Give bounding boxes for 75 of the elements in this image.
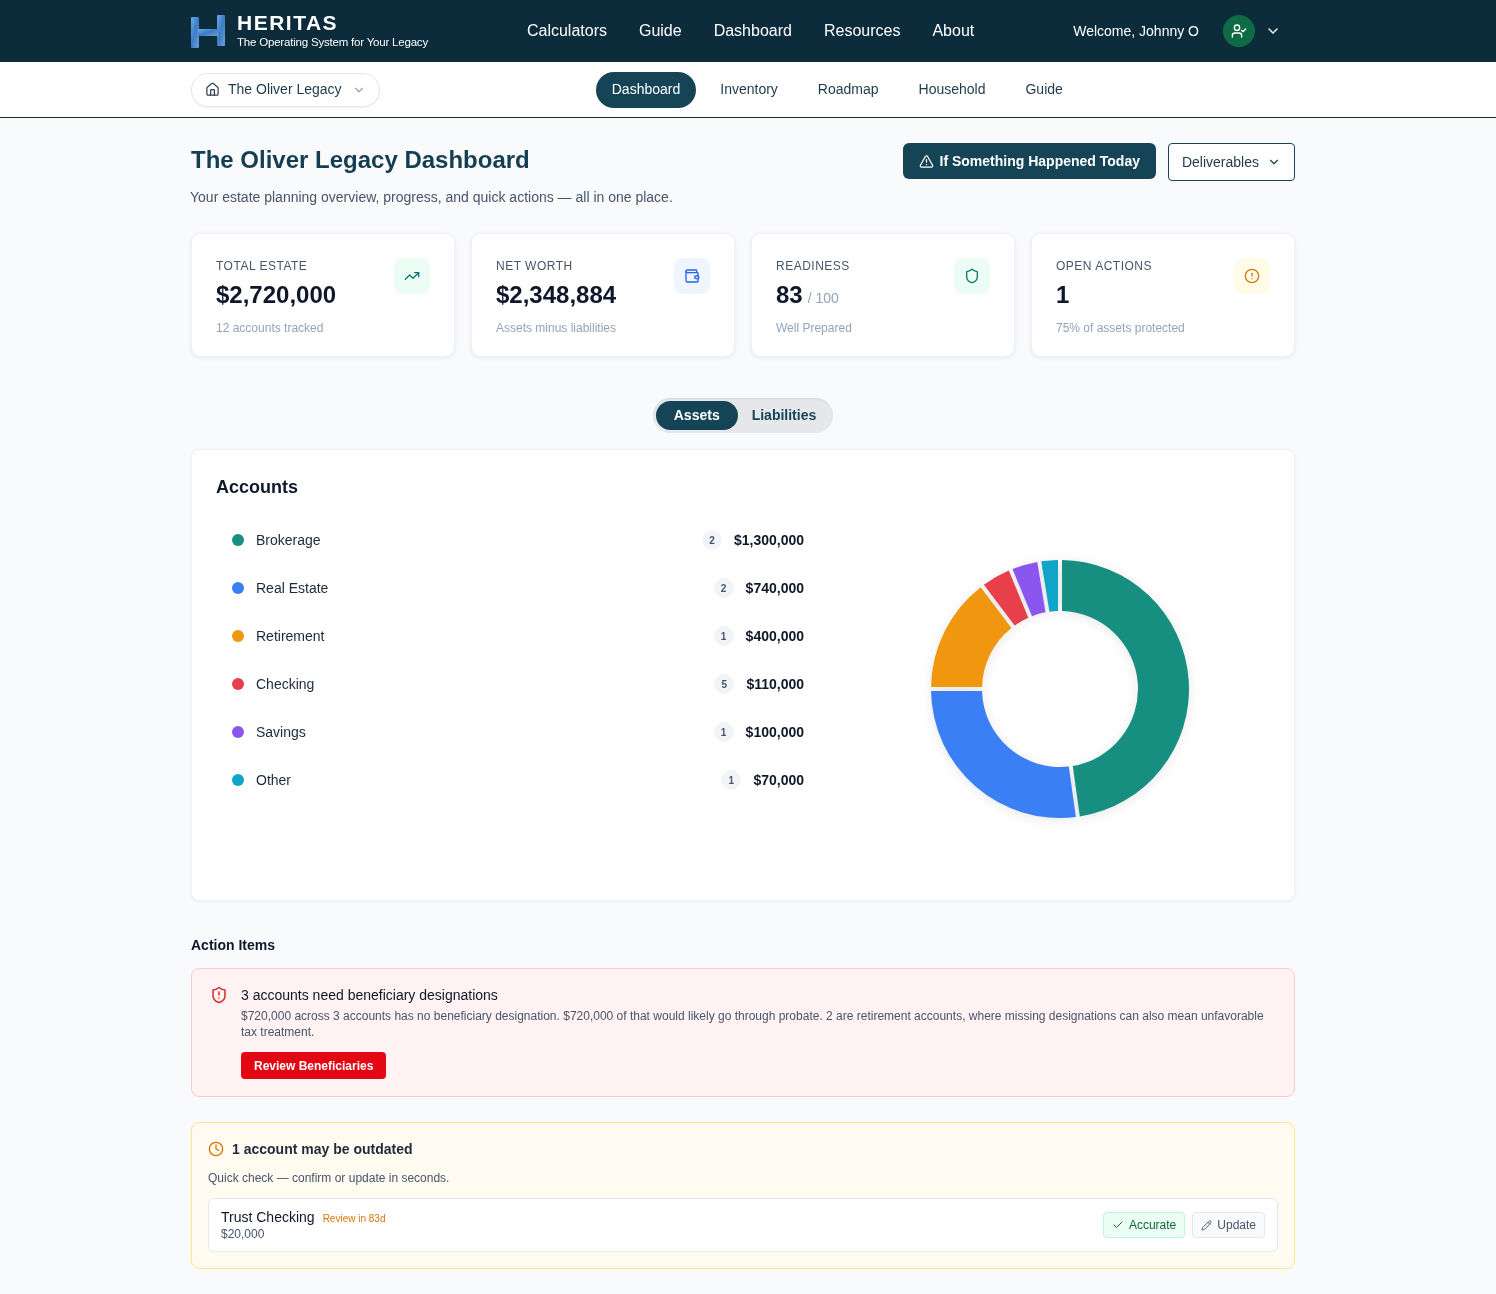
welcome-text: Welcome, Johnny O [1073,21,1199,41]
stat-scale: / 100 [807,289,839,308]
alert-description: $720,000 across 3 accounts has no beneficiary designation. $720,000 of that would likely go through probate. 2 are retirement accounts, where missing designations can also mean unfavorable tax treatment. [241,1008,1265,1040]
nav-link[interactable]: Dashboard [713,19,792,43]
page-title: The Oliver Legacy Dashboard [191,145,531,175]
count-badge: 1 [713,722,734,742]
account-amount: $110,000 [746,674,804,694]
clock-icon [208,1141,224,1157]
count-badge: 1 [721,770,742,790]
update-button[interactable]: Update [1192,1212,1265,1238]
alert-icon [1234,258,1270,294]
section-tab[interactable]: Roadmap [801,71,895,108]
section-tab[interactable]: Household [902,71,1002,108]
section-title: Action Items [191,936,276,955]
stat-note: Assets minus liabilities [496,320,617,336]
toggle-option[interactable]: Assets [655,401,738,430]
count-badge: 2 [701,530,722,550]
nav-link[interactable]: Resources [823,19,901,43]
deliverables-dropdown[interactable]: Deliverables [1167,143,1295,181]
brand-name: HERITAS [237,12,340,34]
account-amount: $100,000 [745,722,804,742]
pencil-icon [1201,1219,1213,1231]
nav-link[interactable]: Guide [638,19,682,43]
stat-value: 1 [1056,280,1070,310]
nav-link[interactable]: About [932,19,975,43]
account-category: Checking [256,674,315,694]
section-tab[interactable]: Inventory [704,71,794,108]
alert-description: Quick check — confirm or update in seconds. [208,1170,451,1186]
account-category: Real Estate [256,578,329,598]
stat-label: READINESS [776,258,851,274]
wallet-icon [674,258,710,294]
stat-value: 83 [776,280,803,310]
stat-label: NET WORTH [496,258,574,274]
section-tab[interactable]: Guide [1009,71,1079,108]
toggle-option[interactable]: Liabilities [737,401,831,430]
account-name: Trust Checking [221,1208,315,1226]
stat-note: 12 accounts tracked [216,320,325,336]
account-amount: $740,000 [745,578,804,598]
stat-label: TOTAL ESTATE [216,258,309,274]
alert-title: 3 accounts need beneficiary designations [241,986,499,1004]
review-beneficiaries-button[interactable]: Review Beneficiaries [241,1052,387,1079]
logo-icon [191,14,225,48]
legacy-selector[interactable]: The Oliver Legacy [191,72,380,107]
section-tab[interactable]: Dashboard [595,71,697,108]
trending-up-icon [394,258,430,294]
user-avatar-icon[interactable] [1223,15,1255,47]
stat-label: OPEN ACTIONS [1056,258,1154,274]
alert-title: 1 account may be outdated [232,1140,413,1158]
emergency-button[interactable]: If Something Happened Today [902,143,1156,179]
count-badge: 1 [713,626,734,646]
stat-value: $2,720,000 [216,280,337,310]
warning-icon [918,153,934,169]
accurate-button[interactable]: Accurate [1102,1212,1186,1238]
brand-tagline: The Operating System for Your Legacy [237,35,428,50]
account-category: Retirement [256,626,325,646]
account-amount: $20,000 [221,1226,266,1242]
card-title: Accounts [216,476,299,499]
account-category: Other [256,770,291,790]
count-badge: 2 [713,578,734,598]
check-icon [1111,1219,1124,1231]
account-category: Savings [256,722,306,742]
stat-note: 75% of assets protected [1056,320,1185,336]
account-amount: $1,300,000 [733,530,804,550]
stat-note: Well Prepared [776,320,852,336]
page-subtitle: Your estate planning overview, progress, and quick actions — all in one place. [190,188,673,207]
shield-alert-icon [210,986,228,1004]
nav-link[interactable]: Calculators [526,19,607,43]
account-amount: $70,000 [753,770,804,790]
count-badge: 5 [714,674,735,694]
account-category: Brokerage [256,530,321,550]
house-icon [205,82,220,97]
stat-value: $2,348,884 [496,280,617,310]
shield-icon [954,258,990,294]
account-amount: $400,000 [745,626,804,646]
review-due-label: Review in 83d [322,1212,386,1226]
